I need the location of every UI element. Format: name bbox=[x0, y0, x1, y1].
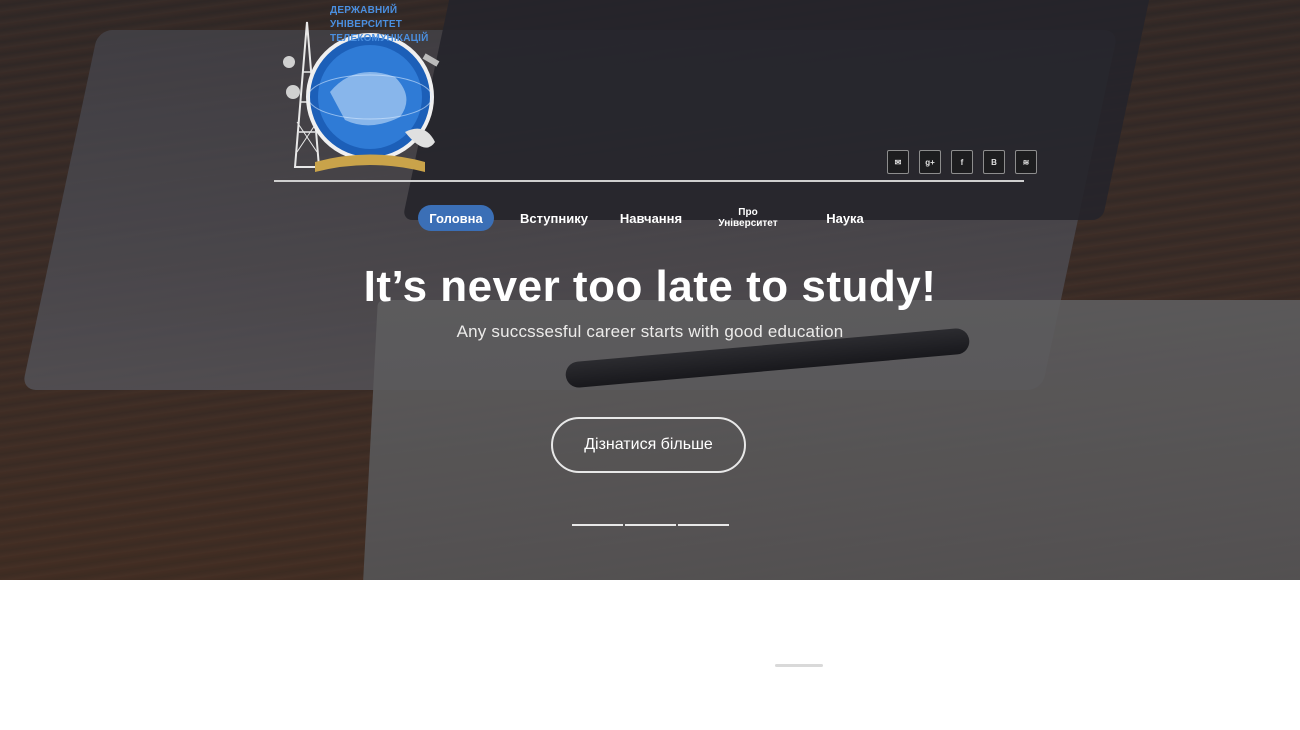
mail-icon[interactable]: ✉ bbox=[887, 150, 909, 174]
learn-more-button[interactable]: Дізнатися більше bbox=[551, 417, 746, 473]
university-name-line: ДЕРЖАВНИЙ bbox=[330, 5, 398, 16]
book-icon bbox=[315, 154, 425, 172]
google-plus-icon[interactable]: g+ bbox=[919, 150, 941, 174]
hero-banner: ДЕРЖАВНИЙ УНІВЕРСИТЕТ ТЕЛЕКОМУНІКАЦІЙ ✉ … bbox=[0, 0, 1300, 580]
header-divider bbox=[274, 180, 1024, 182]
slider-indicators bbox=[572, 524, 729, 526]
social-links: ✉ g+ f B ≋ bbox=[887, 150, 1037, 174]
facebook-icon[interactable]: f bbox=[951, 150, 973, 174]
main-nav: Головна Вступнику Навчання Про Університ… bbox=[0, 205, 1300, 233]
rss-icon[interactable]: ≋ bbox=[1015, 150, 1037, 174]
hero-subline: Any succssesful career starts with good … bbox=[456, 322, 844, 341]
nav-item-about-line2: Університет bbox=[718, 218, 778, 229]
nav-item-education[interactable]: Навчання bbox=[612, 205, 690, 231]
nav-item-about[interactable]: Про Університет bbox=[706, 205, 790, 231]
nav-item-about-line1: Про bbox=[738, 207, 758, 218]
nav-item-science[interactable]: Наука bbox=[814, 205, 876, 231]
slider-indicator[interactable] bbox=[678, 524, 729, 526]
slider-indicator[interactable] bbox=[625, 524, 676, 526]
university-name: ДЕРЖАВНИЙ УНІВЕРСИТЕТ ТЕЛЕКОМУНІКАЦІЙ bbox=[330, 4, 429, 46]
university-name-line: УНІВЕРСИТЕТ bbox=[330, 19, 403, 30]
nav-item-home[interactable]: Головна bbox=[418, 205, 494, 231]
hero-headline: It’s never too late to study! bbox=[363, 262, 937, 311]
university-name-line: ТЕЛЕКОМУНІКАЦІЙ bbox=[330, 33, 429, 44]
content-divider bbox=[775, 664, 823, 667]
nav-item-applicants[interactable]: Вступнику bbox=[512, 205, 596, 231]
vk-icon[interactable]: B bbox=[983, 150, 1005, 174]
slider-indicator[interactable] bbox=[572, 524, 623, 526]
